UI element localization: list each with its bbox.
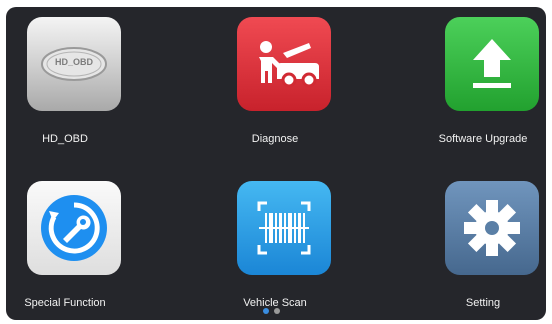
app-hd-obd[interactable]: HD_OBD HD_OBD <box>6 17 140 167</box>
hd-obd-logo-text: HD_OBD <box>54 57 93 67</box>
upload-arrow-icon <box>445 17 539 111</box>
app-label-special-function: Special Function <box>24 297 106 309</box>
wrench-refresh-icon <box>27 181 121 275</box>
page-indicator <box>263 308 280 314</box>
barcode-scan-icon <box>237 181 331 275</box>
app-software-upgrade[interactable]: Software Upgrade <box>408 17 546 167</box>
app-label-software-upgrade: Software Upgrade <box>438 133 528 145</box>
gear-icon <box>445 181 539 275</box>
app-setting[interactable]: Setting <box>408 181 546 320</box>
page-dot-active[interactable] <box>263 308 269 314</box>
mechanic-car-icon <box>237 17 331 111</box>
app-vehicle-scan[interactable]: Vehicle Scan <box>200 181 350 320</box>
page-dot[interactable] <box>274 308 280 314</box>
app-label-setting: Setting <box>465 297 501 309</box>
app-label-diagnose: Diagnose <box>251 133 299 145</box>
app-special-function[interactable]: Special Function <box>6 181 140 320</box>
hd-obd-logo-icon: HD_OBD <box>27 17 121 111</box>
app-diagnose[interactable]: Diagnose <box>200 17 350 167</box>
home-screen: HD_OBD HD_OBD Diagnose Software Upgrade … <box>6 7 546 320</box>
app-label-hd-obd: HD_OBD <box>42 133 88 145</box>
